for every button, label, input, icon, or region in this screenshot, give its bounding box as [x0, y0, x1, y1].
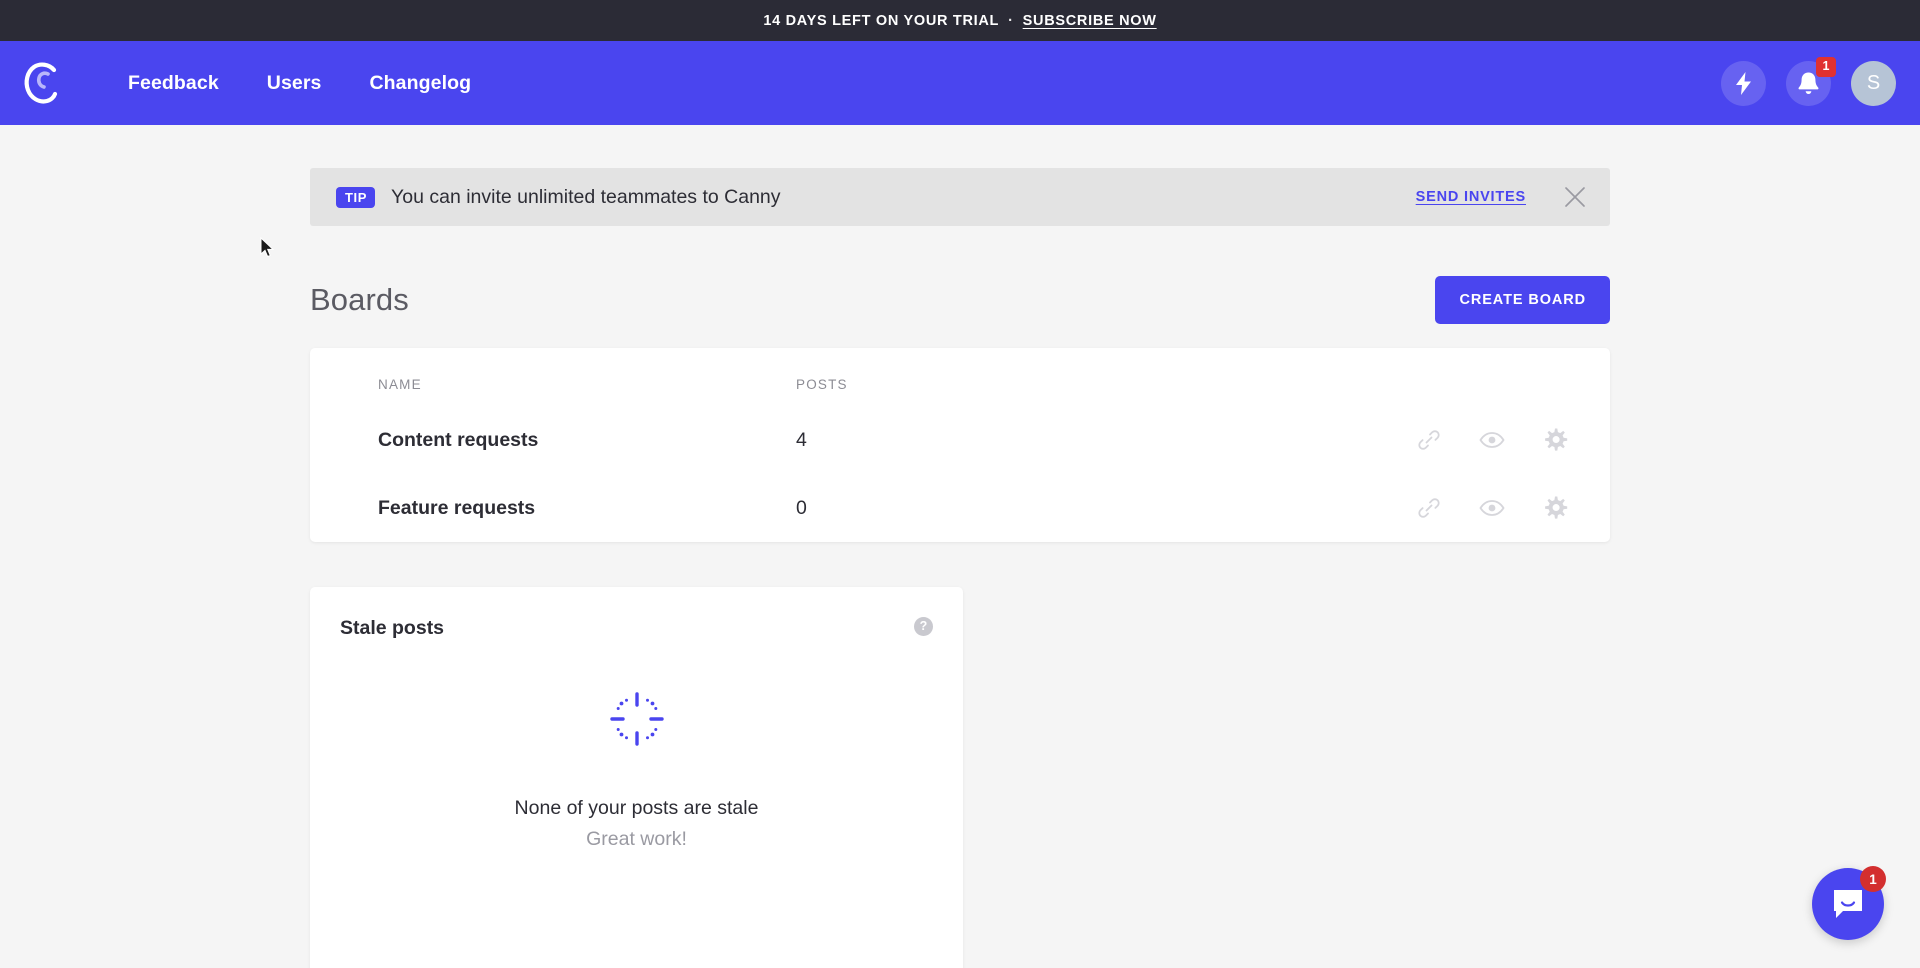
notifications-button[interactable]: 1 — [1786, 61, 1831, 106]
lightning-bolt-button[interactable] — [1721, 61, 1766, 106]
boards-table-header: NAME POSTS — [310, 348, 1610, 406]
boards-header: Boards CREATE BOARD — [310, 276, 1610, 324]
board-post-count: 0 — [796, 497, 1156, 520]
page-content: TIP You can invite unlimited teammates t… — [310, 125, 1610, 968]
create-board-button[interactable]: CREATE BOARD — [1435, 276, 1610, 324]
gear-icon — [1542, 495, 1568, 521]
board-post-count: 4 — [796, 429, 1156, 452]
empty-state-primary-text: None of your posts are stale — [515, 797, 759, 820]
board-name: Content requests — [378, 429, 796, 452]
send-invites-link[interactable]: SEND INVITES — [1416, 189, 1526, 205]
canny-logo-icon — [21, 61, 61, 105]
nav-link-changelog[interactable]: Changelog — [369, 72, 471, 95]
empty-state-secondary-text: Great work! — [586, 828, 687, 851]
help-icon[interactable]: ? — [914, 617, 933, 636]
trial-banner-separator: · — [1008, 13, 1014, 29]
tip-close-button[interactable] — [1562, 184, 1588, 210]
nav-links: Feedback Users Changelog — [128, 72, 471, 95]
chat-bubble-icon — [1831, 887, 1865, 921]
board-name: Feature requests — [378, 497, 796, 520]
column-header-name: NAME — [378, 377, 796, 392]
close-icon — [1564, 186, 1586, 208]
stale-posts-title: Stale posts — [340, 617, 444, 640]
main-navbar: Feedback Users Changelog 1 S — [0, 41, 1920, 125]
boards-table-card: NAME POSTS Content requests 4 — [310, 348, 1610, 542]
canny-logo[interactable] — [18, 60, 64, 106]
board-settings-button[interactable] — [1540, 425, 1570, 455]
tip-badge: TIP — [336, 187, 375, 208]
stale-posts-empty-state: None of your posts are stale Great work! — [340, 640, 933, 941]
stale-posts-header: Stale posts ? — [340, 617, 933, 640]
column-header-posts: POSTS — [796, 377, 1156, 392]
lightning-bolt-icon — [1735, 72, 1752, 95]
link-icon — [1417, 496, 1441, 520]
eye-icon — [1479, 428, 1505, 452]
stale-posts-card: Stale posts ? — [310, 587, 963, 968]
row-actions — [1414, 425, 1570, 455]
link-icon — [1417, 428, 1441, 452]
trial-banner: 14 DAYS LEFT ON YOUR TRIAL · SUBSCRIBE N… — [0, 0, 1920, 41]
nav-link-users[interactable]: Users — [267, 72, 322, 95]
preview-board-button[interactable] — [1477, 493, 1507, 523]
tip-banner: TIP You can invite unlimited teammates t… — [310, 168, 1610, 226]
nav-link-feedback[interactable]: Feedback — [128, 72, 219, 95]
notifications-badge: 1 — [1816, 57, 1836, 77]
intercom-unread-badge: 1 — [1860, 866, 1886, 892]
intercom-launcher: 1 — [1812, 868, 1884, 940]
subscribe-now-link[interactable]: SUBSCRIBE NOW — [1023, 13, 1157, 29]
table-row[interactable]: Feature requests 0 — [310, 474, 1610, 542]
board-settings-button[interactable] — [1540, 493, 1570, 523]
tip-message: You can invite unlimited teammates to Ca… — [391, 186, 781, 209]
trial-banner-message: 14 DAYS LEFT ON YOUR TRIAL — [763, 13, 999, 29]
nav-actions: 1 S — [1721, 61, 1896, 106]
mouse-cursor — [260, 237, 276, 259]
sparkle-burst-icon — [609, 691, 665, 747]
page-title: Boards — [310, 282, 409, 318]
copy-link-button[interactable] — [1414, 425, 1444, 455]
row-actions — [1414, 493, 1570, 523]
preview-board-button[interactable] — [1477, 425, 1507, 455]
copy-link-button[interactable] — [1414, 493, 1444, 523]
gear-icon — [1542, 427, 1568, 453]
table-row[interactable]: Content requests 4 — [310, 406, 1610, 474]
eye-icon — [1479, 496, 1505, 520]
user-avatar[interactable]: S — [1851, 61, 1896, 106]
